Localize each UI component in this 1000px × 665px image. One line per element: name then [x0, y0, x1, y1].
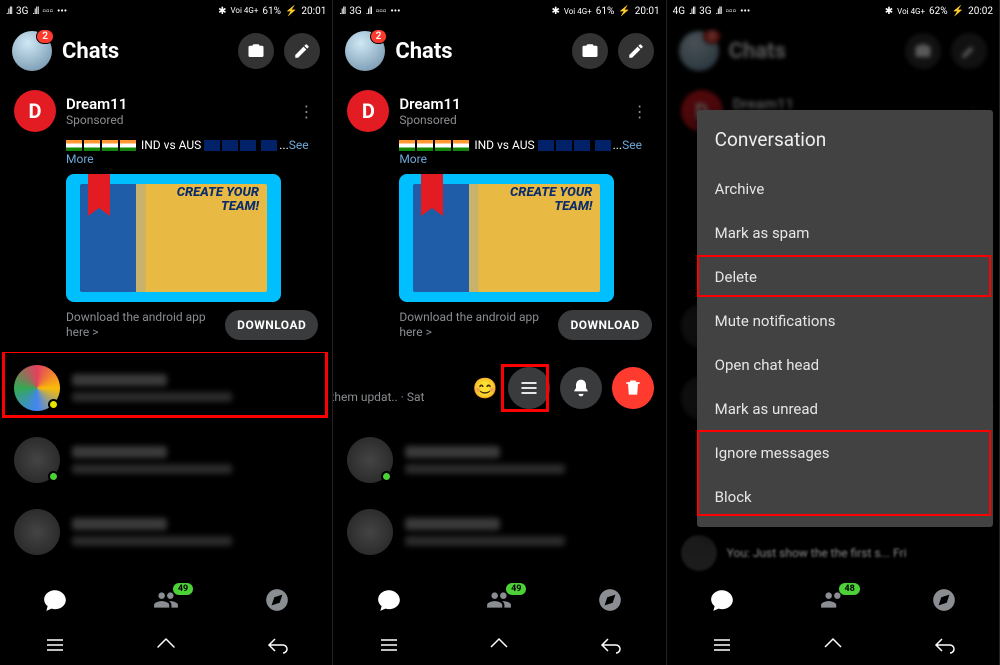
- swipe-chat-msg: bout them updat.. · Sat: [333, 390, 472, 404]
- signal-icon-2: .ıll: [32, 6, 38, 17]
- status-dots: •••: [57, 6, 67, 17]
- battery-label: 61%: [262, 6, 281, 17]
- bottom-tabs: 49: [0, 577, 332, 625]
- clock-label: 20:01: [301, 6, 326, 17]
- swipe-menu-button[interactable]: [508, 367, 550, 409]
- tab-chats[interactable]: [376, 587, 402, 617]
- ghost-chat-row: You: Just show the the first s... Fri: [667, 535, 999, 571]
- sponsor-sub: Sponsored: [66, 113, 127, 127]
- swipe-mute-button[interactable]: [560, 367, 602, 409]
- chat-avatar: [14, 509, 60, 555]
- compose-button[interactable]: [618, 33, 654, 69]
- chat-row[interactable]: [0, 496, 332, 568]
- tab-chats[interactable]: [709, 587, 735, 617]
- status-bar: 4G .ıll 3G .ıll ▫▫▫ ••• ✱ Voi 4G+ 62% ⚡ …: [667, 0, 999, 22]
- tab-discover[interactable]: [931, 587, 957, 617]
- sponsored-card[interactable]: D Dream11 Sponsored ⋮ IND vs AUS ...See …: [0, 80, 332, 352]
- app-header: 2 Chats: [0, 22, 332, 80]
- sponsor-name: Dream11: [66, 95, 127, 113]
- nav-home[interactable]: [136, 633, 196, 657]
- avatar-badge: 2: [36, 29, 54, 44]
- camera-button[interactable]: [572, 33, 608, 69]
- profile-avatar[interactable]: 2: [12, 31, 52, 71]
- sponsor-caption: IND vs AUS ...See More: [66, 138, 318, 166]
- sponsored-card[interactable]: D Dream11 Sponsored ⋮ IND vs AUS ...See …: [333, 80, 665, 352]
- tab-discover[interactable]: [264, 587, 290, 617]
- swiped-chat-row[interactable]: SA bout them updat.. · Sat 😊: [333, 352, 665, 424]
- chat-list[interactable]: [0, 352, 332, 577]
- profile-avatar[interactable]: 2: [345, 31, 385, 71]
- nav-recents[interactable]: [25, 633, 85, 657]
- status-bar: .ıll 3G .ıll ▫▫▫ ••• ✱ Voi 4G+ 61% ⚡ 20:…: [0, 0, 332, 22]
- conversation-menu: Conversation Archive Mark as spam Delete…: [697, 110, 993, 527]
- menu-title: Conversation: [697, 114, 993, 167]
- compose-button[interactable]: [284, 33, 320, 69]
- chat-row[interactable]: [333, 496, 665, 568]
- nav-home[interactable]: [803, 633, 863, 657]
- sponsor-desc: Download the android app here >: [66, 310, 217, 340]
- chat-row[interactable]: [0, 424, 332, 496]
- tab-people[interactable]: 49: [486, 587, 512, 617]
- signal-icon: .ıll: [6, 6, 12, 17]
- tab-chats[interactable]: [42, 587, 68, 617]
- menu-block[interactable]: Block: [697, 475, 993, 519]
- net-2-label: 3G: [16, 6, 28, 17]
- status-bar: .ıll 3G .ıll ▫▫▫ ••• ✱ Voi 4G+ 61% ⚡ 20:…: [333, 0, 665, 22]
- chat-avatar: [14, 437, 60, 483]
- reaction-emoji-icon: 😊: [473, 376, 498, 400]
- sponsor-more-icon[interactable]: ⋮: [628, 102, 652, 121]
- menu-ignore[interactable]: Ignore messages: [697, 431, 993, 475]
- nav-back[interactable]: [247, 633, 307, 657]
- menu-mark-unread[interactable]: Mark as unread: [697, 387, 993, 431]
- download-button[interactable]: DOWNLOAD: [225, 310, 318, 340]
- nav-back[interactable]: [580, 633, 640, 657]
- panel-1-chats-list: .ıll 3G .ıll ▫▫▫ ••• ✱ Voi 4G+ 61% ⚡ 20:…: [0, 0, 333, 665]
- nav-back[interactable]: [914, 633, 974, 657]
- swipe-chat-name: SA: [333, 372, 472, 390]
- bluetooth-icon: ✱: [218, 6, 226, 17]
- menu-open-chat-head[interactable]: Open chat head: [697, 343, 993, 387]
- camera-button[interactable]: [238, 33, 274, 69]
- menu-mark-spam[interactable]: Mark as spam: [697, 211, 993, 255]
- chat-row[interactable]: [0, 352, 332, 424]
- nav-recents[interactable]: [692, 633, 752, 657]
- page-title: Chats: [62, 39, 228, 64]
- people-badge: 49: [173, 583, 193, 595]
- tab-people[interactable]: 49: [153, 587, 179, 617]
- menu-archive[interactable]: Archive: [697, 167, 993, 211]
- android-nav-bar: [0, 625, 332, 665]
- sponsor-media[interactable]: CREATE YOURTEAM!: [66, 174, 281, 302]
- panel-2-swipe-actions: .ıll 3G .ıll ▫▫▫ ••• ✱ Voi 4G+ 61% ⚡ 20:…: [333, 0, 666, 665]
- sponsor-more-icon[interactable]: ⋮: [294, 102, 318, 121]
- chat-row[interactable]: [333, 424, 665, 496]
- swipe-delete-button[interactable]: [612, 367, 654, 409]
- tab-people[interactable]: 48: [820, 587, 846, 617]
- menu-mute[interactable]: Mute notifications: [697, 299, 993, 343]
- panel-3-conversation-menu: 4G .ıll 3G .ıll ▫▫▫ ••• ✱ Voi 4G+ 62% ⚡ …: [667, 0, 1000, 665]
- sponsor-avatar: D: [14, 90, 56, 132]
- nav-recents[interactable]: [359, 633, 419, 657]
- tab-discover[interactable]: [597, 587, 623, 617]
- menu-delete[interactable]: Delete: [697, 255, 993, 299]
- chat-avatar: [14, 365, 60, 411]
- nav-home[interactable]: [469, 633, 529, 657]
- charging-icon: ⚡: [285, 6, 297, 17]
- download-button[interactable]: DOWNLOAD: [558, 310, 651, 340]
